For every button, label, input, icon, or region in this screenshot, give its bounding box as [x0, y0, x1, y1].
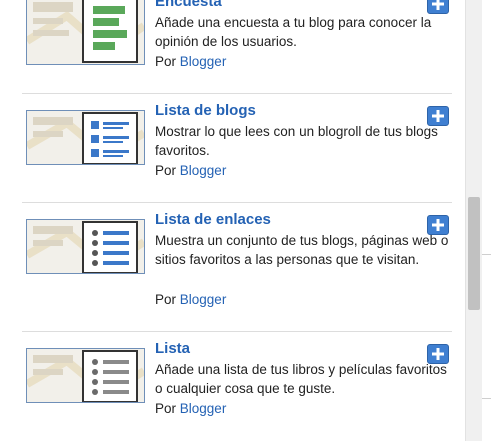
plus-icon	[432, 110, 444, 122]
gadget-title[interactable]: Lista de enlaces	[155, 211, 271, 228]
gadget-author-line: Por Blogger	[155, 163, 226, 178]
background-page-edge	[482, 0, 491, 441]
gadget-description: Mostrar lo que lees con un blogroll de t…	[155, 124, 438, 158]
author-prefix: Por	[155, 401, 177, 416]
gadget-item-lista: Lista Añade una lista de tus libros y pe…	[22, 331, 452, 431]
author-prefix: Por	[155, 292, 177, 307]
link-list-icon	[27, 220, 144, 273]
plus-icon	[432, 219, 444, 231]
gadget-description: Añade una lista de tus libros y película…	[155, 362, 447, 396]
gadget-author-line: Por Blogger	[155, 292, 226, 307]
gadget-description: Muestra un conjunto de tus blogs, página…	[155, 233, 449, 267]
list-thumbnail[interactable]	[26, 348, 145, 403]
divider	[482, 254, 491, 255]
gadget-title[interactable]: Lista de blogs	[155, 102, 256, 119]
gadget-title[interactable]: Lista	[155, 340, 190, 357]
gadget-author-line: Por Blogger	[155, 54, 226, 69]
divider	[22, 93, 452, 94]
gadget-item-lista-de-enlaces: Lista de enlaces Muestra un conjunto de …	[22, 202, 452, 322]
poll-icon	[27, 0, 144, 64]
author-prefix: Por	[155, 54, 177, 69]
link-list-thumbnail[interactable]	[26, 219, 145, 274]
gadget-list: Encuesta Añade una encuesta a tu blog pa…	[0, 0, 465, 441]
author-link[interactable]: Blogger	[180, 401, 227, 416]
divider	[482, 398, 491, 399]
gadget-description: Añade una encuesta a tu blog para conoce…	[155, 15, 432, 49]
author-link[interactable]: Blogger	[180, 54, 227, 69]
gadget-title[interactable]: Encuesta	[155, 0, 222, 10]
divider	[22, 331, 452, 332]
plus-icon	[432, 348, 444, 360]
gadget-item-encuesta: Encuesta Añade una encuesta a tu blog pa…	[22, 0, 452, 74]
poll-thumbnail[interactable]	[26, 0, 145, 65]
gadget-item-lista-de-blogs: Lista de blogs Mostrar lo que lees con u…	[22, 93, 452, 193]
author-link[interactable]: Blogger	[180, 292, 227, 307]
gadget-author-line: Por Blogger	[155, 401, 226, 416]
author-link[interactable]: Blogger	[180, 163, 227, 178]
divider	[22, 202, 452, 203]
blog-list-thumbnail[interactable]	[26, 110, 145, 165]
author-prefix: Por	[155, 163, 177, 178]
add-gadget-button[interactable]	[427, 0, 449, 14]
list-icon	[27, 349, 144, 402]
vertical-scrollbar[interactable]	[465, 0, 482, 441]
scrollbar-thumb[interactable]	[468, 197, 480, 310]
plus-icon	[432, 0, 444, 10]
blog-list-icon	[27, 111, 144, 164]
